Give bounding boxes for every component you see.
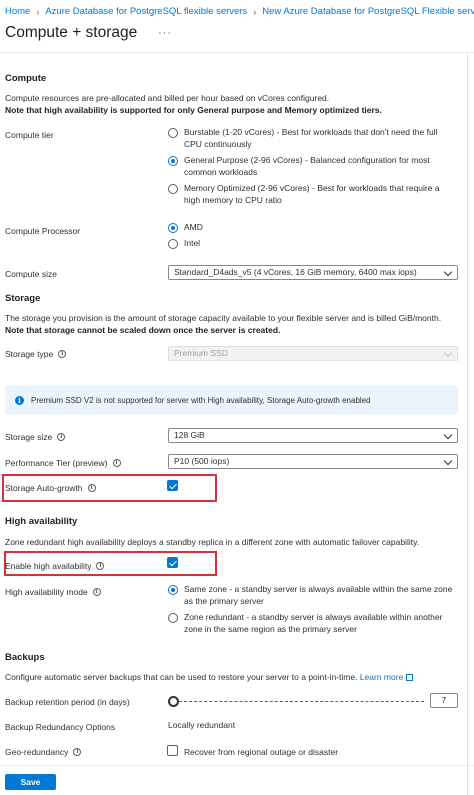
retention-slider-track[interactable] [174,701,424,702]
info-icon[interactable]: i [57,433,66,441]
geo-redundancy-option-label: Recover from regional outage or disaster [184,747,339,757]
info-icon[interactable]: i [96,562,105,570]
chevron-right-icon: › [36,6,40,17]
radio-circle[interactable] [168,128,178,138]
storage-type-label: Storage type i [5,349,67,359]
backup-retention-label: Backup retention period (in days) [5,697,130,707]
compute-size-dropdown[interactable]: Standard_D4ads_v5 (4 vCores, 16 GiB memo… [168,265,458,280]
radio-ha-same-zone[interactable]: Same zone - a standby server is always a… [168,584,452,607]
radio-tier-burstable[interactable]: Burstable (1-20 vCores) - Best for workl… [168,127,437,150]
storage-type-dropdown: Premium SSD [168,346,458,361]
retention-days-input[interactable]: 7 [430,693,458,708]
storage-note: Note that storage cannot be scaled down … [5,324,281,335]
ha-description: Zone redundant high availability deploys… [5,537,420,547]
radio-tier-memory-optimized[interactable]: Memory Optimized (2-96 vCores) - Best fo… [168,183,440,206]
chevron-down-icon [443,267,453,277]
external-link-icon [406,674,414,681]
storage-size-dropdown[interactable]: 128 GiB [168,428,458,443]
save-button[interactable]: Save [5,774,56,790]
backups-description: Configure automatic server backups that … [5,672,460,684]
radio-circle-selected[interactable] [168,156,178,166]
breadcrumb-home[interactable]: Home [5,6,30,17]
radio-circle-selected[interactable] [168,223,178,233]
ha-heading: High availability [5,516,78,527]
info-icon[interactable]: i [73,748,82,756]
page-title: Compute + storage [5,24,138,41]
radio-tier-general-purpose[interactable]: General Purpose (2-96 vCores) - Balanced… [168,155,430,178]
geo-redundancy-checkbox[interactable] [167,745,178,756]
radio-circle[interactable] [168,184,178,194]
chevron-down-icon [443,348,453,358]
compute-heading: Compute [5,73,47,84]
backups-heading: Backups [5,652,45,663]
ha-mode-label: High availability mode i [5,587,101,597]
geo-redundancy-label: Geo-redundancy i [5,747,82,757]
storage-description: The storage you provision is the amount … [5,313,442,335]
breadcrumb-flexible-servers[interactable]: Azure Database for PostgreSQL flexible s… [45,6,247,17]
header-divider [0,52,474,53]
storage-size-label: Storage size i [5,432,66,442]
breadcrumb-new-server[interactable]: New Azure Database for PostgreSQL Flexib… [262,6,474,17]
compute-description: Compute resources are pre-allocated and … [5,93,382,115]
storage-heading: Storage [5,293,41,304]
compute-tier-label: Compute tier [5,130,54,140]
compute-size-label: Compute size [5,269,57,279]
radio-processor-intel[interactable]: Intel [168,238,200,250]
learn-more-link[interactable]: Learn more [360,672,403,682]
more-options-icon[interactable]: ··· [158,27,172,39]
radio-processor-amd[interactable]: AMD [168,222,203,234]
backup-redundancy-label: Backup Redundancy Options [5,722,116,732]
radio-circle-selected[interactable] [168,585,178,595]
storage-autogrowth-checkbox[interactable] [167,480,178,491]
breadcrumb: Home › Azure Database for PostgreSQL fle… [5,6,474,17]
info-icon[interactable]: i [112,459,121,467]
info-filled-icon: i [15,395,24,405]
storage-autogrowth-label: Storage Auto-growth i [5,483,96,493]
compute-note: Note that high availability is supported… [5,104,382,115]
chevron-down-icon [443,456,453,466]
enable-ha-label: Enable high availability i [5,561,105,571]
info-icon[interactable]: i [87,484,96,492]
radio-ha-zone-redundant[interactable]: Zone redundant - a standby server is alw… [168,612,442,635]
retention-slider-thumb[interactable] [168,696,179,707]
footer-divider [0,765,474,766]
info-banner: i Premium SSD V2 is not supported for se… [5,386,458,414]
chevron-right-icon: › [253,6,257,17]
backup-redundancy-value: Locally redundant [168,720,236,730]
performance-tier-dropdown[interactable]: P10 (500 iops) [168,454,458,469]
info-icon[interactable]: i [58,350,67,358]
radio-circle[interactable] [168,613,178,623]
info-icon[interactable]: i [92,588,101,596]
compute-processor-label: Compute Processor [5,226,81,236]
enable-ha-checkbox[interactable] [167,557,178,568]
scrollbar[interactable] [467,52,468,795]
performance-tier-label: Performance Tier (preview) i [5,458,121,468]
chevron-down-icon [443,430,453,440]
radio-circle[interactable] [168,239,178,249]
